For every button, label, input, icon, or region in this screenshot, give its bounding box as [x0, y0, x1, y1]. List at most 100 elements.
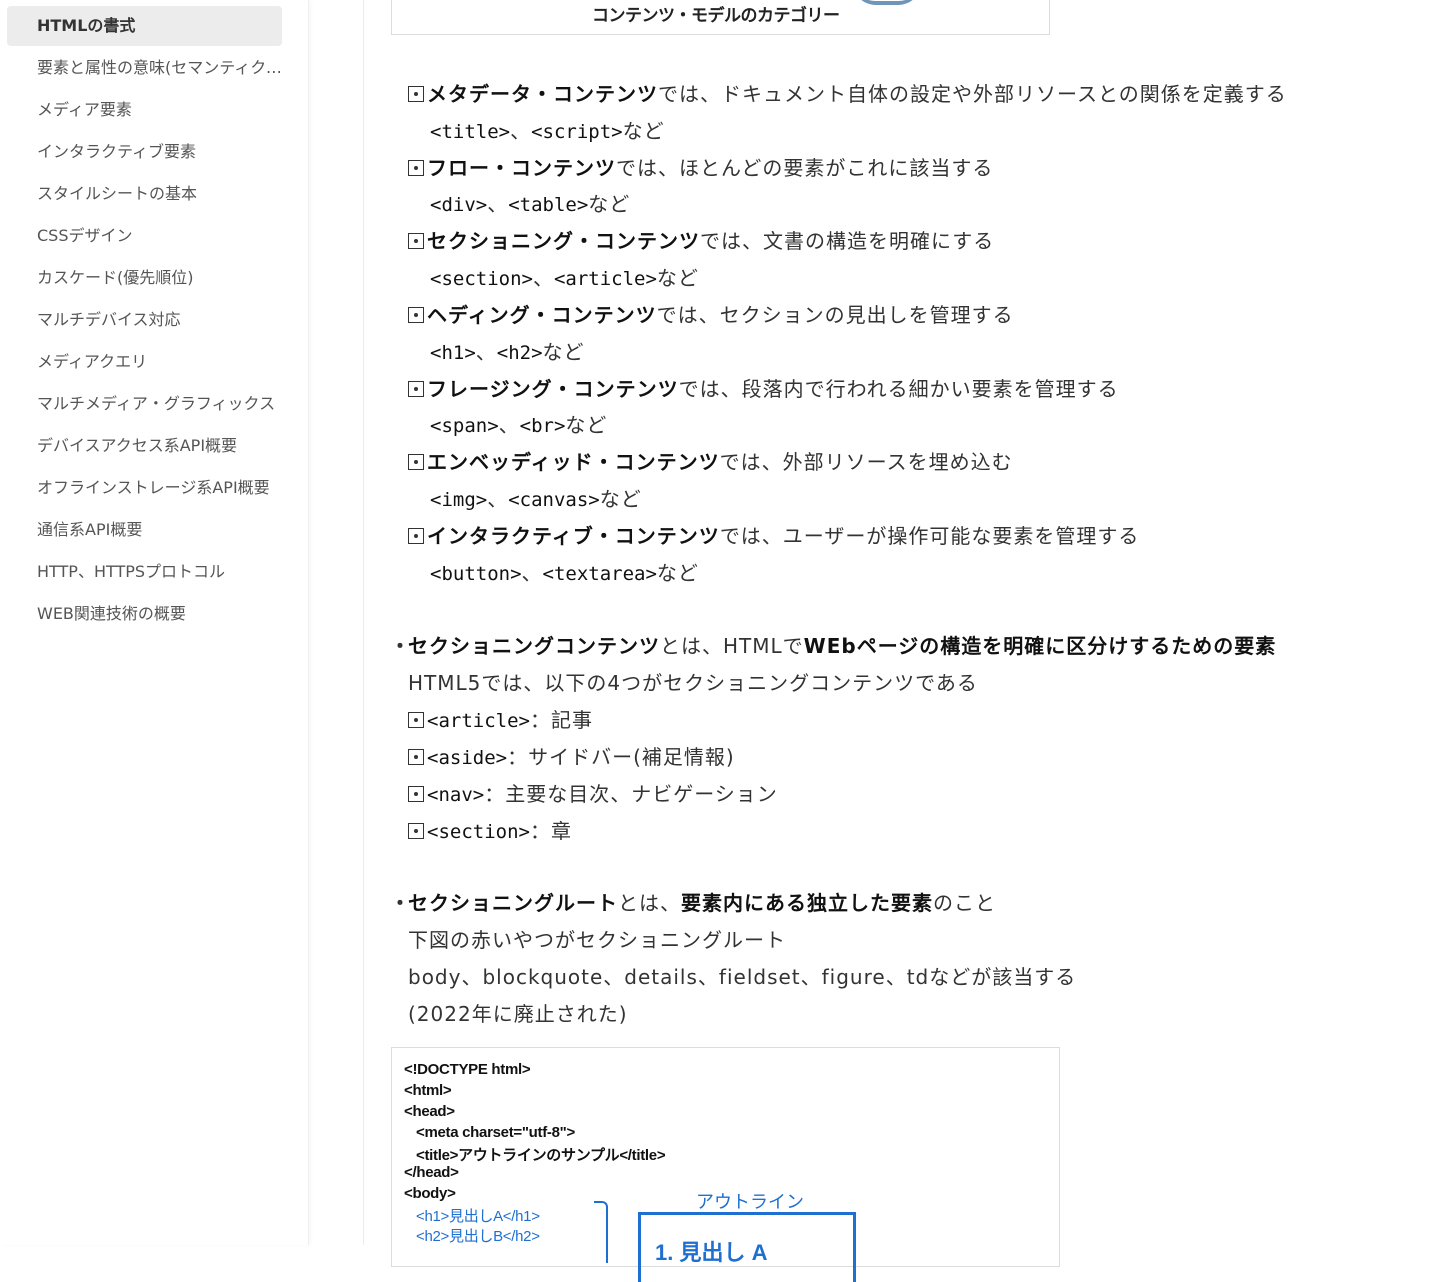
category-name: エンベッディッド・コンテンツ	[427, 450, 720, 474]
category-line: エンベッディッド・コンテンツでは、外部リソースを埋め込む	[408, 447, 1013, 477]
sidebar-item-semantics[interactable]: 要素と属性の意味(セマンティクス)	[7, 48, 282, 88]
sidebar-item-offline-storage-api[interactable]: オフラインストレージ系API概要	[7, 468, 282, 508]
sidebar-item-device-access-api[interactable]: デバイスアクセス系API概要	[7, 426, 282, 466]
category-name: ヘディング・コンテンツ	[427, 303, 657, 327]
example-tag: <button>	[430, 563, 522, 585]
checkbox-icon	[408, 160, 424, 176]
category-examples: <button>、<textarea>など	[430, 561, 699, 585]
category-examples: <img>、<canvas>など	[430, 487, 642, 511]
category-desc: では、ドキュメント自体の設定や外部リソースとの関係を定義する	[658, 82, 1287, 106]
outline-box: 1. 見出し A	[638, 1212, 856, 1282]
category-examples: <section>、<article>など	[430, 266, 699, 290]
content-divider	[363, 0, 364, 1245]
example-tag: <title>	[430, 121, 511, 143]
example-tag: <article>	[553, 268, 657, 290]
category-examples: <title>、<script>など	[430, 119, 665, 143]
category-name: セクショニング・コンテンツ	[427, 229, 700, 253]
outline-label: アウトライン	[696, 1192, 804, 1212]
category-desc: では、ユーザーが操作可能な要素を管理する	[719, 524, 1140, 548]
sidebar-item-http-https[interactable]: HTTP、HTTPSプロトコル	[7, 552, 282, 592]
sidebar-item-media-elements[interactable]: メディア要素	[7, 90, 282, 130]
sidebar-item-cascade[interactable]: カスケード(優先順位)	[7, 258, 282, 298]
sidebar-nav: HTMLの書式 要素と属性の意味(セマンティクス) メディア要素 インタラクティ…	[0, 0, 309, 1245]
category-line: ヘディング・コンテンツでは、セクションの見出しを管理する	[408, 300, 1014, 330]
sectioning-item: <article>：記事	[408, 705, 593, 736]
checkbox-icon	[408, 749, 424, 765]
sectioning-term: セクショニングコンテンツ	[408, 634, 660, 658]
figure-arc-graphic	[852, 0, 922, 5]
example-tag: <script>	[531, 121, 623, 143]
category-desc: では、ほとんどの要素がこれに該当する	[616, 156, 994, 180]
code-line: <h1>見出しA</h1>	[416, 1208, 540, 1225]
figure-caption: コンテンツ・モデルのカテゴリー	[592, 6, 840, 26]
sidebar-item-media-query[interactable]: メディアクエリ	[7, 342, 282, 382]
checkbox-icon	[408, 307, 424, 323]
sidebar-item-web-tech-overview[interactable]: WEB関連技術の概要	[7, 594, 282, 634]
sidebar-item-stylesheet-basics[interactable]: スタイルシートの基本	[7, 174, 282, 214]
code-line: <h2>見出しB</h2>	[416, 1228, 540, 1245]
sidebar-item-communication-api[interactable]: 通信系API概要	[7, 510, 282, 550]
category-desc: では、外部リソースを埋め込む	[719, 450, 1013, 474]
checkbox-icon	[408, 381, 424, 397]
bracket-graphic	[594, 1201, 608, 1263]
sidebar-item-interactive-elements[interactable]: インタラクティブ要素	[7, 132, 282, 172]
sectioning-item: <nav>：主要な目次、ナビゲーション	[408, 779, 778, 810]
category-name: フロー・コンテンツ	[427, 156, 616, 180]
checkbox-icon	[408, 454, 424, 470]
checkbox-icon	[408, 786, 424, 802]
category-desc: では、文書の構造を明確にする	[700, 229, 995, 253]
checkbox-icon	[408, 712, 424, 728]
sidebar-item-html-syntax[interactable]: HTMLの書式	[7, 6, 282, 46]
category-line: フレージング・コンテンツでは、段落内で行われる細かい要素を管理する	[408, 374, 1119, 404]
sectioning-def: WEbページの構造を明確に区分けするための要素	[803, 634, 1277, 658]
category-name: フレージング・コンテンツ	[427, 377, 679, 401]
category-examples: <h1>、<h2>など	[430, 340, 585, 364]
checkbox-icon	[408, 86, 424, 102]
category-desc: では、セクションの見出しを管理する	[656, 303, 1014, 327]
sectioning-intro: HTML5では、以下の4つがセクショニングコンテンツである	[408, 671, 978, 695]
category-line: インタラクティブ・コンテンツでは、ユーザーが操作可能な要素を管理する	[408, 521, 1139, 551]
root-def: 要素内にある独立した要素	[681, 891, 933, 915]
example-tag: <span>	[430, 415, 499, 437]
outline-sample-figure: <!DOCTYPE html> <html> <head> <meta char…	[391, 1047, 1060, 1282]
checkbox-icon	[408, 528, 424, 544]
root-deprecated-note: (2022年に廃止された)	[408, 1002, 628, 1026]
category-name: メタデータ・コンテンツ	[427, 82, 658, 106]
category-name: インタラクティブ・コンテンツ	[427, 524, 720, 548]
code-line: </head>	[404, 1164, 459, 1181]
checkbox-icon	[408, 823, 424, 839]
code-line: <!DOCTYPE html>	[404, 1061, 531, 1078]
sectioning-item: <section>：章	[408, 816, 572, 847]
sectioning-definition: ・セクショニングコンテンツとは、HTMLでWEbページの構造を明確に区分けするた…	[390, 634, 1277, 658]
outline-heading: 1. 見出し A	[655, 1240, 768, 1265]
sidebar-item-multi-device[interactable]: マルチデバイス対応	[7, 300, 282, 340]
code-line: <head>	[404, 1103, 455, 1120]
example-tag: <img>	[430, 489, 488, 511]
example-tag: <h1>	[430, 342, 476, 364]
example-tag: <table>	[508, 194, 589, 216]
checkbox-icon	[408, 233, 424, 249]
code-line: <title>アウトラインのサンプル</title>	[416, 1147, 666, 1164]
example-tag: <br>	[519, 415, 566, 437]
sidebar-item-css-design[interactable]: CSSデザイン	[7, 216, 282, 256]
category-desc: では、段落内で行われる細かい要素を管理する	[678, 377, 1119, 401]
category-line: メタデータ・コンテンツでは、ドキュメント自体の設定や外部リソースとの関係を定義す…	[408, 79, 1287, 109]
category-examples: <span>、<br>など	[430, 413, 608, 437]
root-elements: body、blockquote、details、fieldset、figure、…	[408, 965, 1077, 989]
category-examples: <div>、<table>など	[430, 192, 631, 216]
root-term: セクショニングルート	[408, 891, 618, 915]
code-line: <body>	[404, 1185, 456, 1202]
example-tag: <canvas>	[508, 489, 600, 511]
code-line: <meta charset="utf-8">	[416, 1124, 575, 1141]
example-tag: <div>	[430, 194, 488, 216]
example-tag: <textarea>	[542, 563, 657, 585]
category-line: フロー・コンテンツでは、ほとんどの要素がこれに該当する	[408, 153, 993, 183]
example-tag: <section>	[430, 268, 533, 290]
sectioning-item: <aside>：サイドバー(補足情報)	[408, 742, 735, 773]
sidebar-item-multimedia-graphics[interactable]: マルチメディア・グラフィックス	[7, 384, 282, 424]
content-model-figure: コンテンツ・モデルのカテゴリー	[391, 0, 1050, 35]
category-line: セクショニング・コンテンツでは、文書の構造を明確にする	[408, 226, 994, 256]
root-definition: ・セクショニングルートとは、要素内にある独立した要素のこと	[390, 891, 996, 915]
root-note: 下図の赤いやつがセクショニングルート	[408, 928, 786, 952]
example-tag: <h2>	[496, 342, 543, 364]
